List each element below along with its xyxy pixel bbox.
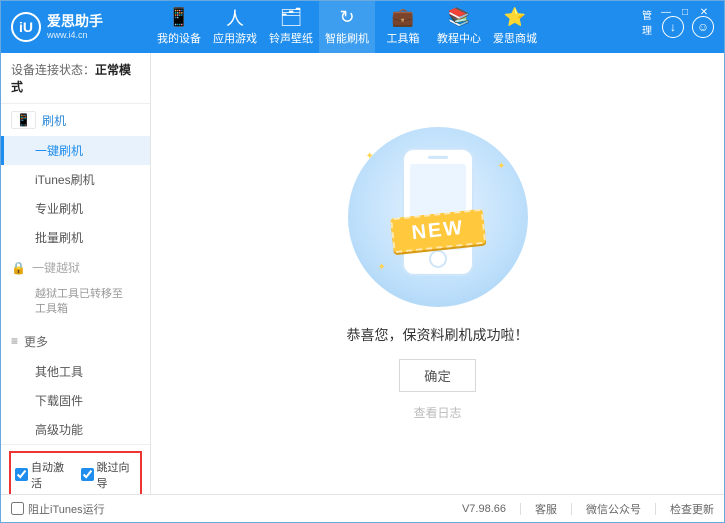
- sidebar-item-batch[interactable]: 批量刷机: [1, 223, 150, 252]
- toolbox-icon: 💼: [394, 9, 412, 27]
- nav-my-device[interactable]: 📱 我的设备: [151, 1, 207, 53]
- check-skip-guide-label: 跳过向导: [97, 459, 137, 491]
- titlebar: iU 爱思助手 www.i4.cn 📱 我的设备 人 应用游戏 🗂 铃声壁纸 ↻…: [1, 1, 724, 53]
- jailbreak-note: 越狱工具已转移至 工具箱: [1, 283, 150, 326]
- phone-icon: 📱: [11, 111, 36, 129]
- check-update-link[interactable]: 检查更新: [670, 501, 714, 517]
- nav-toolbox[interactable]: 💼 工具箱: [375, 1, 431, 53]
- sidebar-item-other[interactable]: 其他工具: [1, 357, 150, 386]
- flash-items: 一键刷机 iTunes刷机 专业刷机 批量刷机: [1, 136, 150, 252]
- check-skip-guide-box[interactable]: [81, 468, 94, 481]
- sidebar-item-download-fw[interactable]: 下载固件: [1, 386, 150, 415]
- service-link[interactable]: 客服: [535, 501, 557, 517]
- jailbreak-note-l1: 越狱工具已转移至: [35, 287, 140, 302]
- nav-store[interactable]: ⭐ 爱思商城: [487, 1, 543, 53]
- status-label: 设备连接状态：: [11, 63, 95, 77]
- main-area: ✦ ✦ ✦ NEW 恭喜您，保资料刷机成功啦！ 确定 查看日志: [151, 53, 724, 494]
- block-itunes-checkbox[interactable]: [11, 502, 24, 515]
- app-site: www.i4.cn: [47, 30, 103, 41]
- check-auto-activate-label: 自动激活: [31, 459, 71, 491]
- nav-tutorials[interactable]: 📚 教程中心: [431, 1, 487, 53]
- block-itunes-label: 阻止iTunes运行: [28, 501, 105, 517]
- tutorial-icon: 📚: [450, 9, 468, 27]
- win-maximize[interactable]: □: [677, 7, 693, 37]
- connection-status: 设备连接状态：正常模式: [1, 53, 150, 104]
- menu-icon: ≡: [11, 334, 18, 348]
- nav-label: 爱思商城: [493, 30, 537, 46]
- section-jailbreak: 🔒 一键越狱: [1, 252, 150, 283]
- nav-label: 应用游戏: [213, 30, 257, 46]
- section-more-title: 更多: [24, 333, 48, 350]
- success-message: 恭喜您，保资料刷机成功啦！: [347, 325, 529, 345]
- section-flash-title: 刷机: [42, 112, 66, 129]
- confirm-button[interactable]: 确定: [399, 359, 476, 392]
- sidebar-bottom: 自动激活 跳过向导 📱 iPhone 12 mini 64GB Down-12m…: [1, 444, 150, 494]
- win-manage[interactable]: 管理: [639, 7, 655, 37]
- logo: iU 爱思助手 www.i4.cn: [11, 12, 151, 42]
- sidebar-item-advanced[interactable]: 高级功能: [1, 415, 150, 444]
- view-log-link[interactable]: 查看日志: [413, 404, 461, 421]
- more-items: 其他工具 下载固件 高级功能: [1, 357, 150, 444]
- options-highlight: 自动激活 跳过向导: [9, 451, 142, 494]
- nav-label: 教程中心: [437, 30, 481, 46]
- nav-flash[interactable]: ↻ 智能刷机: [319, 1, 375, 53]
- section-flash[interactable]: 📱 刷机: [1, 104, 150, 136]
- sidebar-item-pro[interactable]: 专业刷机: [1, 194, 150, 223]
- win-minimize[interactable]: —: [658, 7, 674, 37]
- nav-ringtones[interactable]: 🗂 铃声壁纸: [263, 1, 319, 53]
- nav: 📱 我的设备 人 应用游戏 🗂 铃声壁纸 ↻ 智能刷机 💼 工具箱 📚 教程: [151, 1, 662, 53]
- apps-icon: 人: [226, 9, 244, 27]
- nav-label: 我的设备: [157, 30, 201, 46]
- jailbreak-note-l2: 工具箱: [35, 302, 140, 317]
- version: V7.98.66: [462, 503, 506, 515]
- sidebar-item-itunes[interactable]: iTunes刷机: [1, 165, 150, 194]
- check-auto-activate-box[interactable]: [15, 468, 28, 481]
- ringtone-icon: 🗂: [282, 9, 300, 27]
- sidebar: 设备连接状态：正常模式 📱 刷机 一键刷机 iTunes刷机 专业刷机 批量刷机…: [1, 53, 151, 494]
- section-more[interactable]: ≡ 更多: [1, 326, 150, 357]
- flash-icon: ↻: [338, 9, 356, 27]
- sidebar-item-oneclick[interactable]: 一键刷机: [1, 136, 150, 165]
- app-window: 管理 — □ ✕ iU 爱思助手 www.i4.cn 📱 我的设备 人 应用游戏…: [0, 0, 725, 523]
- device-icon: 📱: [170, 9, 188, 27]
- store-icon: ⭐: [506, 9, 524, 27]
- footer: 阻止iTunes运行 V7.98.66 客服 微信公众号 检查更新: [1, 494, 724, 522]
- success-illustration: ✦ ✦ ✦ NEW: [348, 127, 528, 307]
- nav-label: 铃声壁纸: [269, 30, 313, 46]
- wechat-link[interactable]: 微信公众号: [586, 501, 641, 517]
- lock-icon: 🔒: [11, 261, 26, 275]
- nav-label: 智能刷机: [325, 30, 369, 46]
- win-close[interactable]: ✕: [696, 7, 712, 37]
- nav-apps[interactable]: 人 应用游戏: [207, 1, 263, 53]
- section-jailbreak-title: 一键越狱: [32, 259, 80, 276]
- app-title: 爱思助手: [47, 13, 103, 30]
- check-auto-activate[interactable]: 自动激活: [15, 459, 71, 491]
- logo-icon: iU: [11, 12, 41, 42]
- body: 设备连接状态：正常模式 📱 刷机 一键刷机 iTunes刷机 专业刷机 批量刷机…: [1, 53, 724, 494]
- check-skip-guide[interactable]: 跳过向导: [81, 459, 137, 491]
- nav-label: 工具箱: [387, 30, 420, 46]
